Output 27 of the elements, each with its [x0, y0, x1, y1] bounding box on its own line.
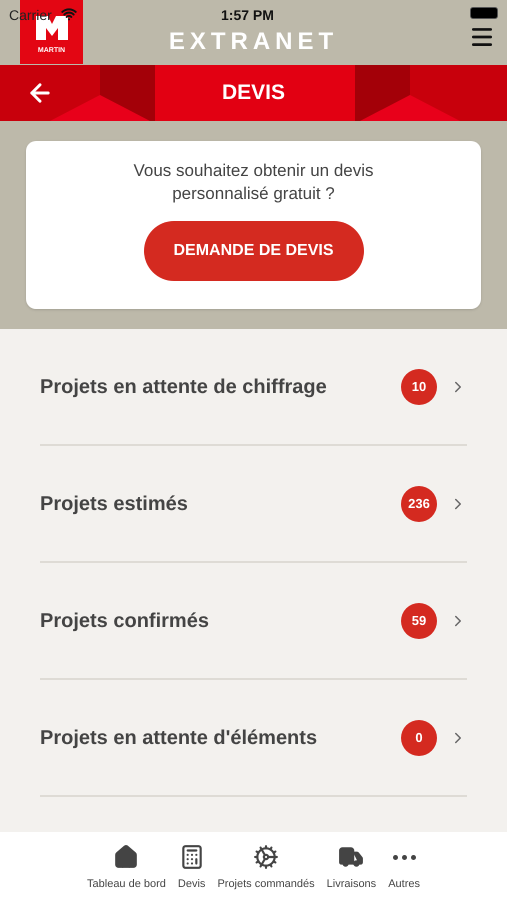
status-time: 1:57 PM [221, 6, 274, 25]
quote-request-button[interactable]: DEMANDE DE DEVIS [144, 221, 364, 281]
list-item[interactable]: Projets estimés 236 [40, 446, 467, 563]
count-badge: 0 [401, 720, 437, 756]
tab-item[interactable]: Projets commandés [213, 844, 319, 900]
house-icon [113, 844, 140, 870]
more-icon [392, 854, 416, 860]
page-title: DEVIS [222, 80, 286, 106]
wifi-icon [61, 6, 77, 22]
list-item-label: Projets confirmés [40, 608, 210, 634]
list-item-label: Projets estimés [40, 492, 189, 516]
promo-text: Vous souhaitez obtenir un devis personnalisé gratuit ? [132, 160, 375, 205]
gear-icon [253, 844, 280, 870]
tab-item[interactable]: Livraisons [322, 844, 380, 900]
count-badge: 236 [401, 486, 437, 522]
list-item[interactable]: Projets en attente de chiffrage 10 [40, 329, 467, 446]
count-badge: 59 [401, 602, 437, 638]
battery-icon [470, 7, 498, 19]
app-title: EXTRANET [168, 26, 338, 56]
list-item-label: Projets en attente d'éléments [40, 726, 318, 750]
tab-item[interactable]: Tableau de bord [83, 844, 170, 900]
tab-item[interactable]: Devis [174, 844, 210, 900]
list-item-label: Projets en attente de chiffrage [40, 374, 328, 400]
list-item[interactable]: Projets en attente d'éléments 0 [40, 680, 467, 797]
count-badge: 10 [401, 368, 437, 404]
tab-item[interactable]: Autres [384, 844, 424, 900]
list-item[interactable]: Projets confirmés 59 [40, 563, 467, 680]
